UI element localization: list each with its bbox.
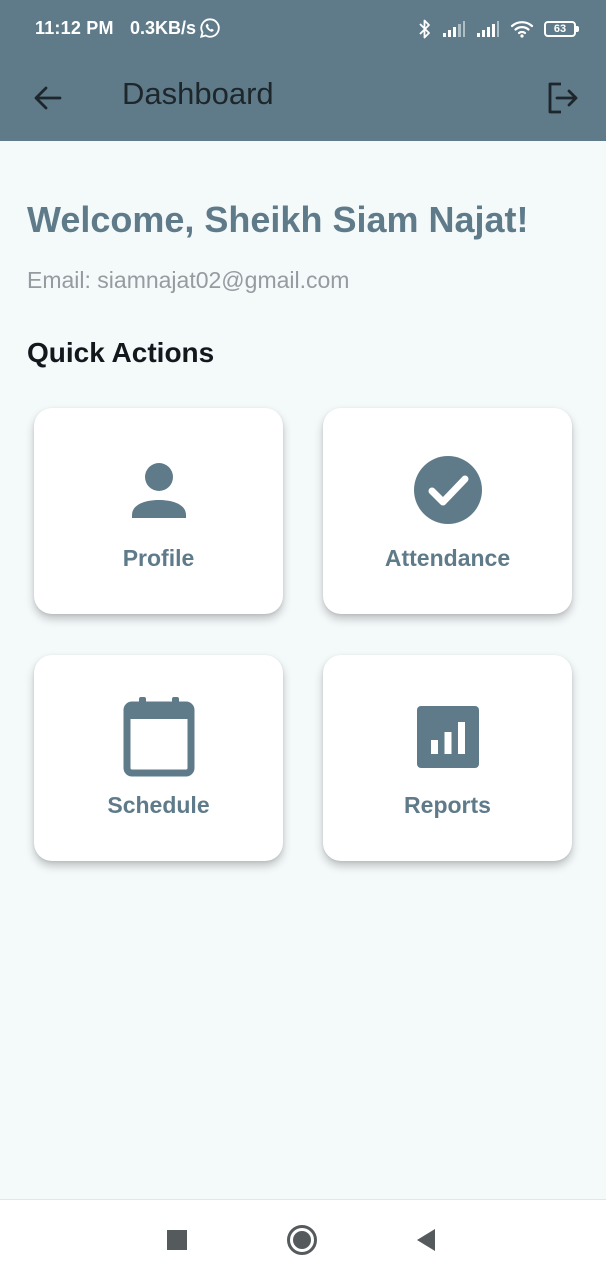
signal-icon	[477, 21, 499, 37]
app-bar: 11:12 PM 0.3KB/s 63 Dashboard	[0, 0, 606, 141]
status-time: 11:12 PM	[35, 18, 114, 38]
recents-icon	[167, 1230, 187, 1250]
schedule-label: Schedule	[107, 792, 210, 818]
network-speed: 0.3KB/s	[130, 18, 197, 38]
status-bar: 11:12 PM 0.3KB/s 63	[0, 0, 606, 60]
calendar-icon	[119, 697, 199, 777]
schedule-card[interactable]: Schedule	[34, 655, 283, 861]
profile-label: Profile	[122, 545, 195, 571]
user-email: Email: siamnajat02@gmail.com	[27, 267, 350, 293]
back-icon	[417, 1229, 435, 1251]
person-icon	[119, 450, 199, 530]
home-icon	[287, 1225, 317, 1255]
whatsapp-icon	[199, 18, 220, 39]
check-circle-icon	[408, 450, 488, 530]
logout-icon	[548, 82, 578, 114]
profile-card[interactable]: Profile	[34, 408, 283, 614]
home-button[interactable]	[280, 1218, 324, 1262]
welcome-heading: Welcome, Sheikh Siam Najat!	[27, 199, 529, 240]
reports-card[interactable]: Reports	[323, 655, 572, 861]
recents-button[interactable]	[155, 1218, 199, 1262]
attendance-label: Attendance	[384, 545, 511, 571]
signal-icon	[443, 21, 465, 37]
attendance-card[interactable]: Attendance	[323, 408, 572, 614]
bluetooth-icon	[419, 19, 430, 39]
back-button[interactable]	[26, 76, 70, 120]
wifi-icon	[510, 21, 534, 38]
logout-button[interactable]	[540, 76, 584, 120]
toolbar: Dashboard	[0, 60, 606, 141]
page-title: Dashboard	[122, 76, 274, 111]
reports-label: Reports	[404, 792, 491, 818]
arrow-left-icon	[34, 86, 62, 110]
system-nav-bar	[0, 1199, 606, 1280]
bar-chart-icon	[408, 697, 488, 777]
quick-actions-title: Quick Actions	[27, 337, 215, 368]
battery-icon: 63	[544, 21, 579, 37]
status-icons: 63	[418, 17, 579, 41]
back-nav-button[interactable]	[404, 1218, 448, 1262]
